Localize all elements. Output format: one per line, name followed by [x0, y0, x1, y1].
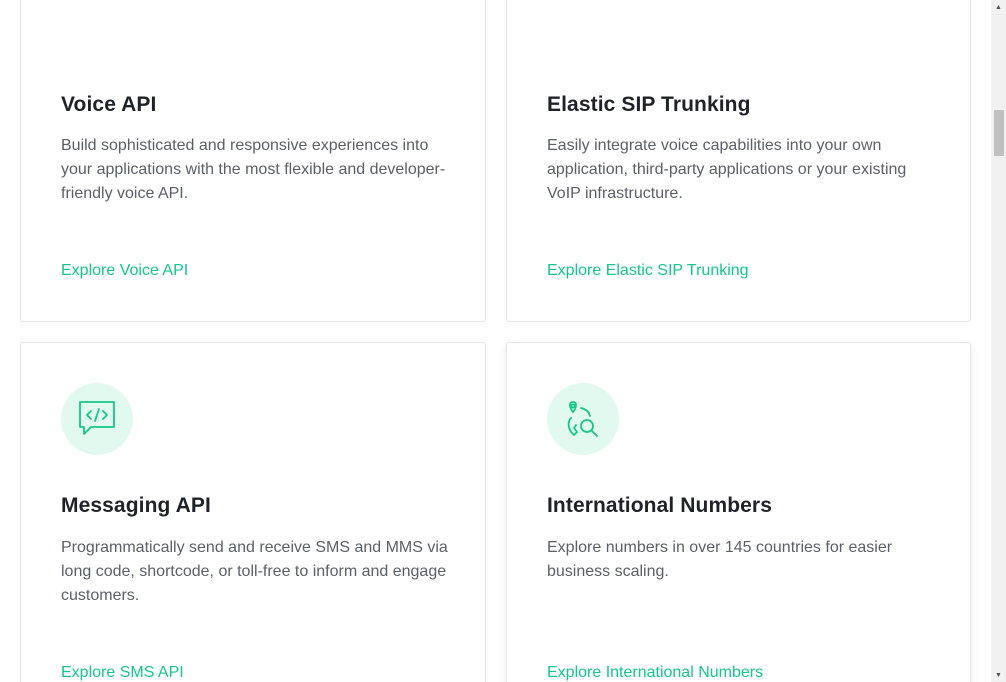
code-chat-bubble-icon	[61, 383, 133, 455]
location-phone-search-icon	[547, 383, 619, 455]
card-title: Voice API	[61, 93, 157, 116]
explore-international-numbers-link[interactable]: Explore International Numbers	[547, 664, 763, 682]
scroll-down-arrow-icon[interactable]: ▼	[991, 668, 1006, 682]
voice-api-card: Voice API Build sophisticated and respon…	[20, 0, 486, 322]
messaging-api-card: Messaging API Programmatically send and …	[20, 342, 486, 682]
vertical-scrollbar[interactable]: ▲ ▼	[991, 0, 1006, 682]
page: Voice API Build sophisticated and respon…	[0, 0, 1006, 682]
scroll-up-arrow-icon[interactable]: ▲	[991, 0, 1006, 14]
card-description: Easily integrate voice capabilities into…	[547, 137, 907, 202]
card-title: International Numbers	[547, 494, 772, 517]
card-description: Build sophisticated and responsive exper…	[61, 137, 446, 202]
card-title: Messaging API	[61, 494, 211, 517]
card-description: Programmatically send and receive SMS an…	[61, 539, 448, 604]
card-title: Elastic SIP Trunking	[547, 93, 751, 116]
scrollbar-thumb[interactable]	[994, 110, 1004, 156]
explore-voice-api-link[interactable]: Explore Voice API	[61, 262, 188, 280]
elastic-sip-trunking-card: Elastic SIP Trunking Easily integrate vo…	[506, 0, 971, 322]
card-description: Explore numbers in over 145 countries fo…	[547, 539, 893, 580]
explore-elastic-sip-trunking-link[interactable]: Explore Elastic SIP Trunking	[547, 262, 749, 280]
explore-sms-api-link[interactable]: Explore SMS API	[61, 664, 184, 682]
international-numbers-card: International Numbers Explore numbers in…	[506, 342, 971, 682]
